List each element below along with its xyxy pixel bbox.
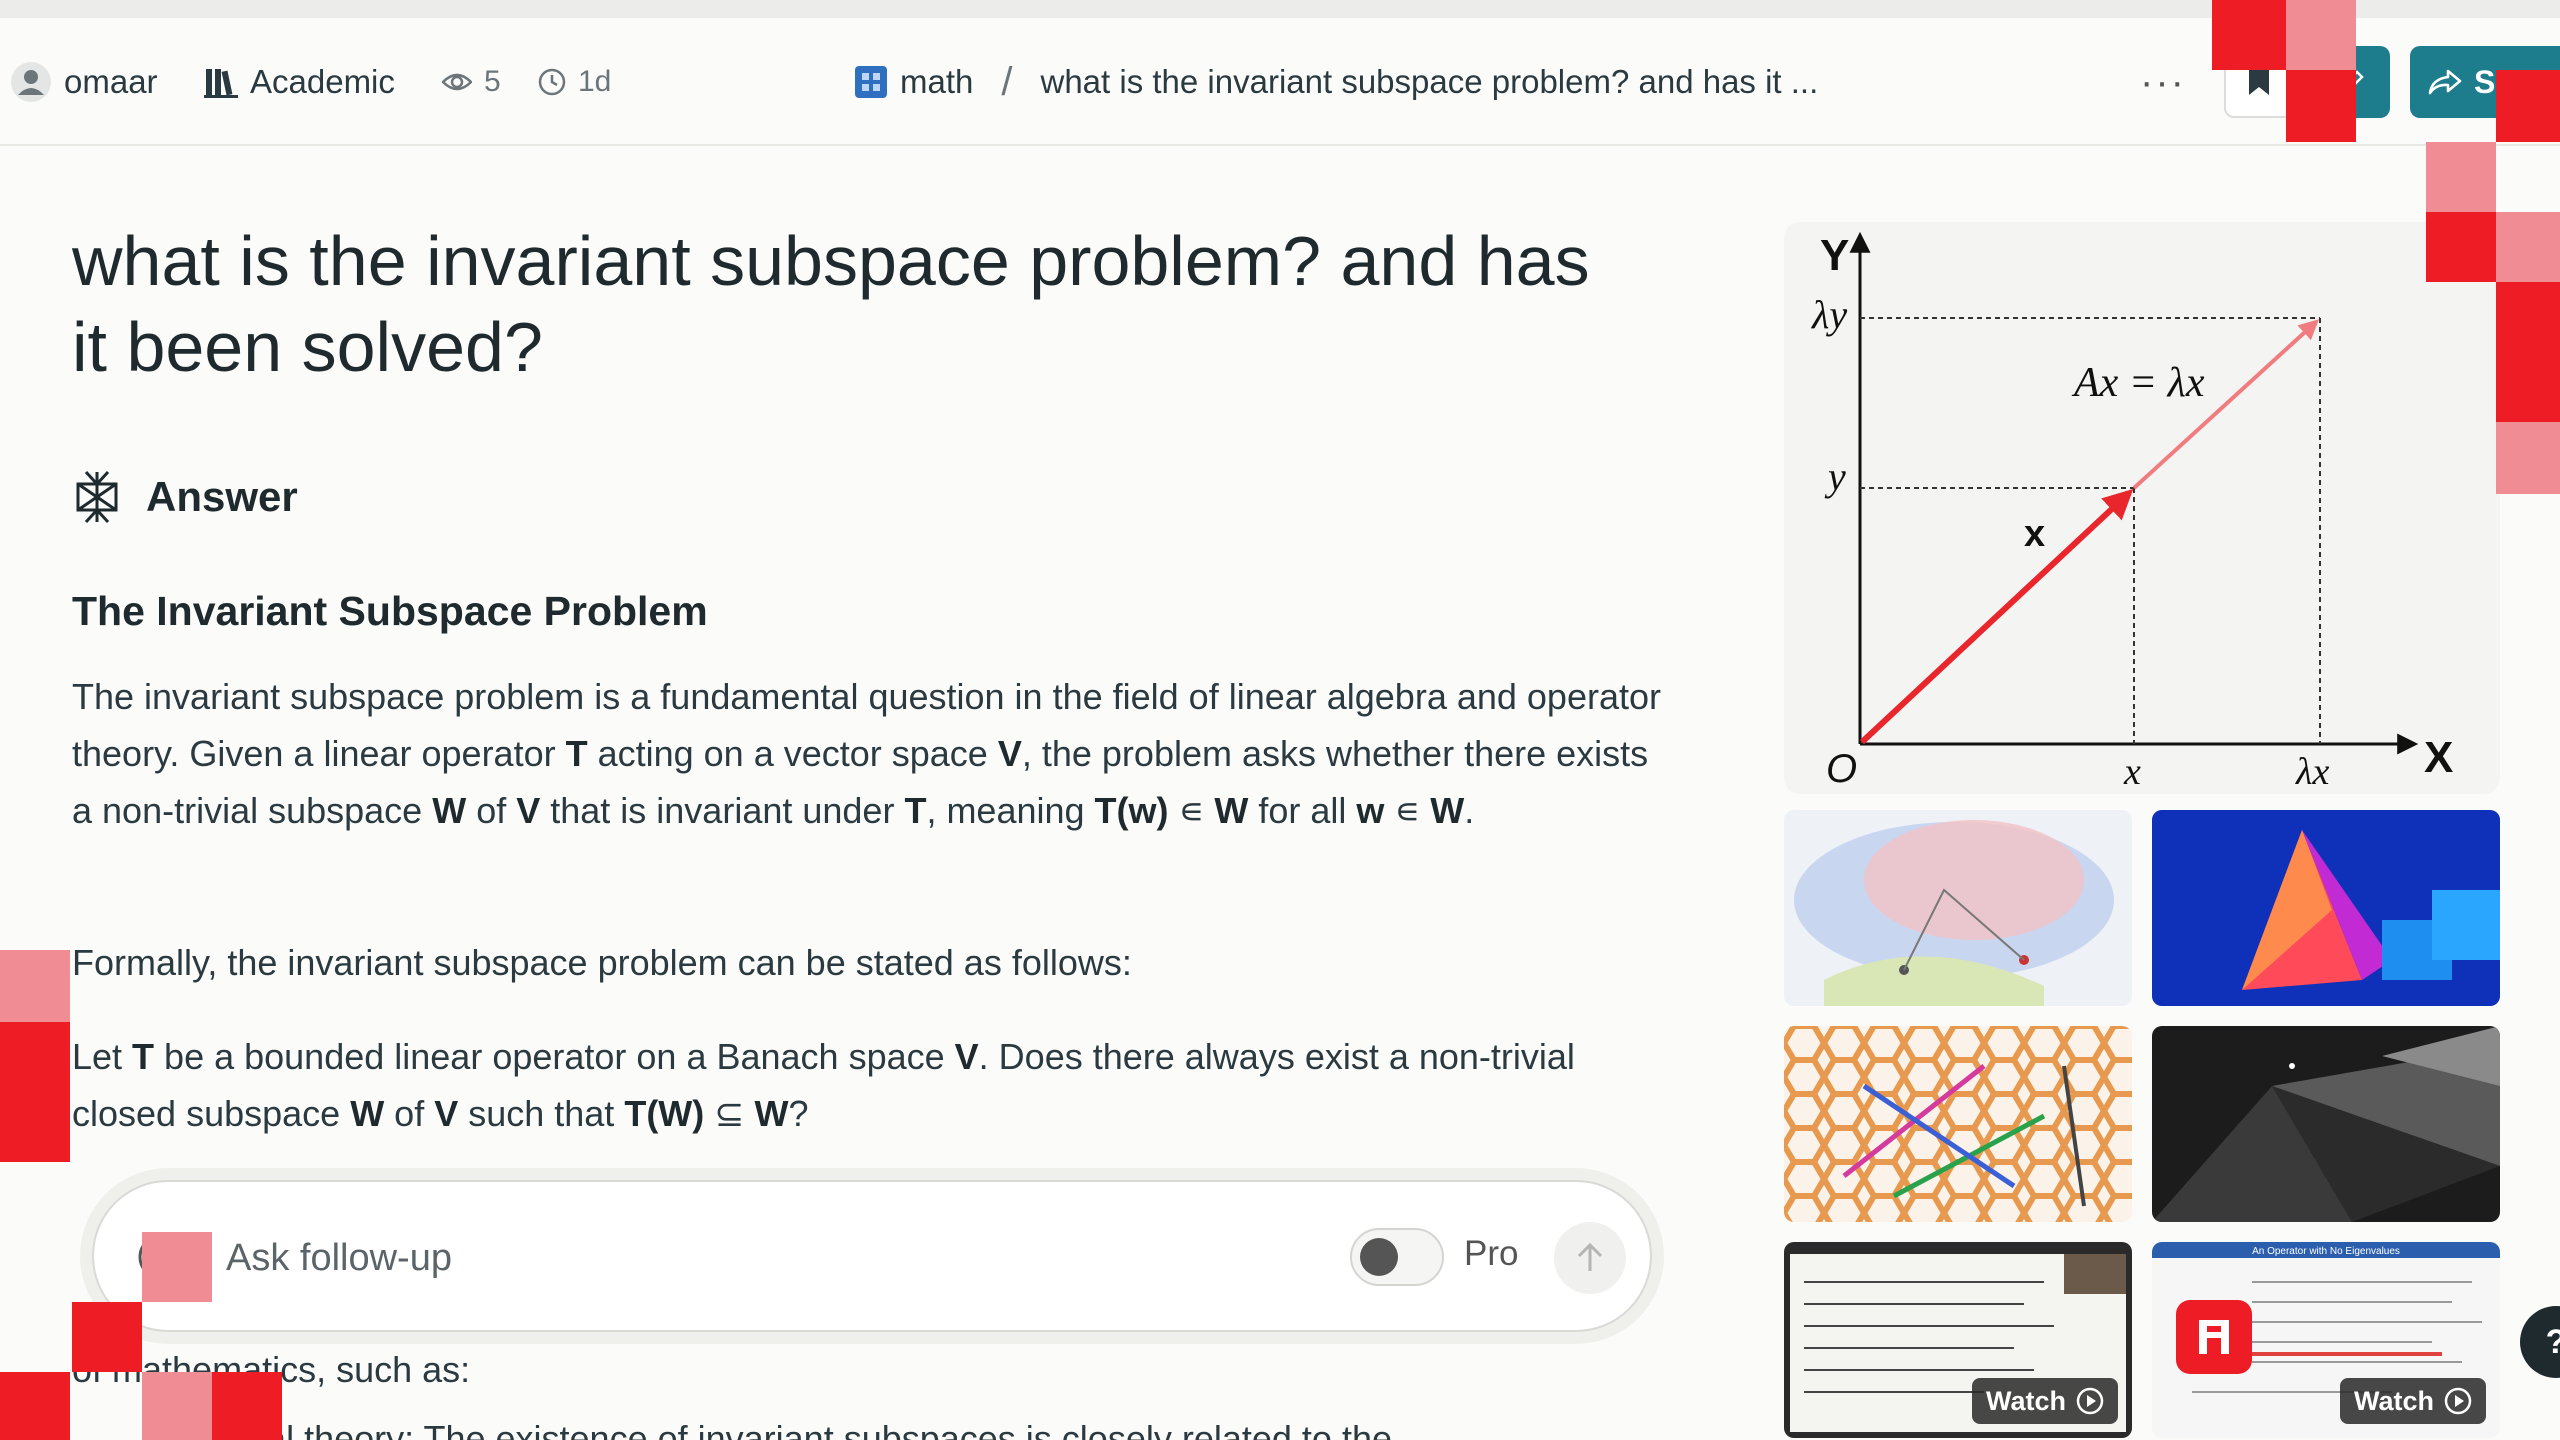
clock-icon (538, 68, 566, 96)
overlay-block (2286, 70, 2356, 142)
watch-button[interactable]: Watch (1972, 1378, 2118, 1424)
x-axis-label: X (2424, 733, 2453, 782)
thumbnail-dark-geometry[interactable] (2152, 1026, 2500, 1222)
send-button[interactable] (1554, 1222, 1626, 1294)
eigen-equation: Ax = λx (2071, 360, 2205, 406)
share-icon (2428, 69, 2462, 95)
answer-paragraph-3: Let T be a bounded linear operator on a … (72, 1036, 1575, 1134)
overlay-block (72, 1302, 142, 1372)
space-icon (855, 66, 887, 98)
section-title: The Invariant Subspace Problem (72, 588, 708, 634)
answer-label: Answer (146, 473, 298, 520)
collection-link[interactable]: Academic (204, 18, 395, 146)
app-logo-icon (2176, 1300, 2252, 1374)
thumbnail-lattice[interactable] (1784, 1026, 2132, 1222)
author[interactable]: omaar (10, 18, 158, 146)
play-icon (2444, 1387, 2472, 1415)
thumbnail-manifold[interactable] (1784, 810, 2132, 1006)
answer-list-item-1: Spectral theory: The existence of invari… (162, 1418, 1392, 1440)
eigenvector-diagram-svg: Y X O λy y x λx x Ax = λx (1811, 231, 2453, 793)
page-title: what is the invariant subspace problem? … (72, 222, 1590, 386)
lambda-y-label: λy (1811, 292, 1847, 337)
breadcrumb-separator: / (1001, 59, 1013, 104)
origin-label: O (1826, 747, 1857, 791)
answer-paragraph-1: The invariant subspace problem is a fund… (72, 676, 1661, 831)
slide-header: An Operator with No Eigenvalues (2252, 1246, 2400, 1257)
view-count: 5 (442, 18, 501, 146)
share-label: S (2474, 63, 2496, 100)
followup-input[interactable] (226, 1222, 1326, 1294)
vector-x (1859, 488, 2134, 745)
eye-icon (442, 73, 472, 91)
breadcrumb-title: what is the invariant subspace problem? … (1040, 63, 1819, 100)
overlay-block (2496, 422, 2560, 494)
help-button[interactable]: ? (2520, 1306, 2560, 1378)
library-icon (204, 69, 238, 98)
answer-heading: Answer (72, 470, 298, 524)
overlay-block (2286, 0, 2356, 70)
author-name: omaar (64, 63, 158, 100)
user-icon (11, 62, 51, 102)
overlay-block (212, 1372, 282, 1440)
y-label: y (1824, 454, 1846, 499)
eigenvector-diagram[interactable]: Y X O λy y x λx x Ax = λx (1784, 222, 2500, 794)
overlay-block (0, 1022, 70, 1162)
thread-header: omaar Academic 5 1d math / what is the i… (0, 18, 2560, 146)
thumbnail-pyramid[interactable] (2152, 810, 2500, 1006)
overlay-block (2496, 212, 2560, 282)
play-icon (2076, 1387, 2104, 1415)
bookmark-icon (2249, 69, 2269, 95)
overlay-block (2496, 282, 2560, 422)
breadcrumb-space[interactable]: math (900, 63, 973, 101)
answer-paragraph-4: of mathematics, such as: (72, 1349, 471, 1390)
overlay-block (2426, 142, 2496, 212)
answer-logo-icon (76, 470, 118, 524)
breadcrumb: math / what is the invariant subspace pr… (854, 18, 1818, 146)
overlay-block (142, 1232, 212, 1302)
overlay-block (2496, 70, 2560, 142)
overlay-block (2426, 212, 2496, 282)
watch-button[interactable]: Watch (2340, 1378, 2486, 1424)
x-tick-label: x (2123, 751, 2141, 793)
answer-paragraph-2: Formally, the invariant subspace problem… (72, 942, 1132, 983)
overlay-block (0, 950, 70, 1022)
overlay-block (0, 1372, 70, 1440)
more-options-button[interactable]: ··· (2140, 18, 2186, 146)
pro-toggle-knob (1360, 1238, 1398, 1276)
overlay-block (142, 1372, 212, 1440)
lambda-x-label: λx (2295, 751, 2329, 793)
pro-toggle[interactable] (1350, 1228, 1444, 1286)
arrow-up-icon (1577, 1242, 1603, 1271)
pro-label: Pro (1464, 1234, 1519, 1273)
y-axis-label: Y (1820, 231, 1849, 280)
collection-name: Academic (250, 63, 395, 100)
window-top-strip (0, 0, 2560, 18)
thread-age: 1d (538, 18, 611, 146)
overlay-block (2212, 0, 2286, 70)
video-thumbnail-lecture[interactable]: Watch (1784, 1242, 2132, 1438)
followup-box: Pro (92, 1180, 1652, 1332)
vector-label: x (2024, 513, 2045, 555)
